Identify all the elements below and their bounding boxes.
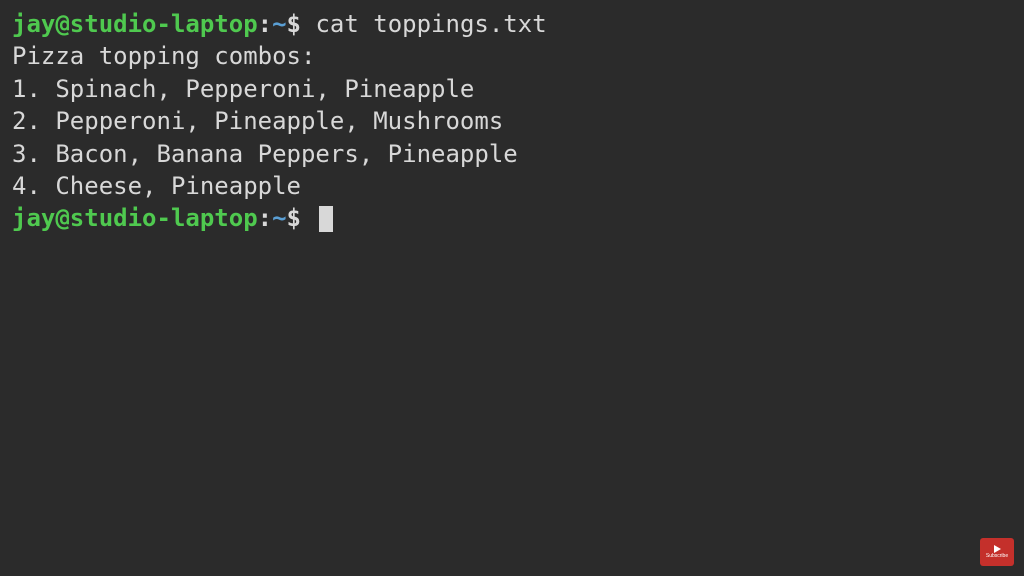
- user-host: jay@studio-laptop: [12, 204, 258, 232]
- prompt-path: ~: [272, 204, 286, 232]
- subscribe-label: Subscribe: [986, 554, 1008, 559]
- output-line: 3. Bacon, Banana Peppers, Pineapple: [12, 138, 1012, 170]
- output-line: 1. Spinach, Pepperoni, Pineapple: [12, 73, 1012, 105]
- cursor-block-icon: [319, 206, 333, 232]
- output-header: Pizza topping combos:: [12, 40, 1012, 72]
- command: cat toppings.txt: [315, 10, 546, 38]
- prompt-dollar: $: [287, 10, 301, 38]
- prompt-colon: :: [258, 204, 272, 232]
- output-line: 2. Pepperoni, Pineapple, Mushrooms: [12, 105, 1012, 137]
- command-text[interactable]: cat toppings.txt: [301, 10, 547, 38]
- subscribe-badge[interactable]: Subscribe: [980, 538, 1014, 566]
- output-line: 4. Cheese, Pineapple: [12, 170, 1012, 202]
- prompt-path: ~: [272, 10, 286, 38]
- user-host: jay@studio-laptop: [12, 10, 258, 38]
- prompt-dollar: $: [287, 204, 301, 232]
- prompt-line-2[interactable]: jay@studio-laptop:~$: [12, 202, 1012, 234]
- play-icon: [994, 545, 1001, 553]
- prompt-line-1: jay@studio-laptop:~$ cat toppings.txt: [12, 8, 1012, 40]
- prompt-colon: :: [258, 10, 272, 38]
